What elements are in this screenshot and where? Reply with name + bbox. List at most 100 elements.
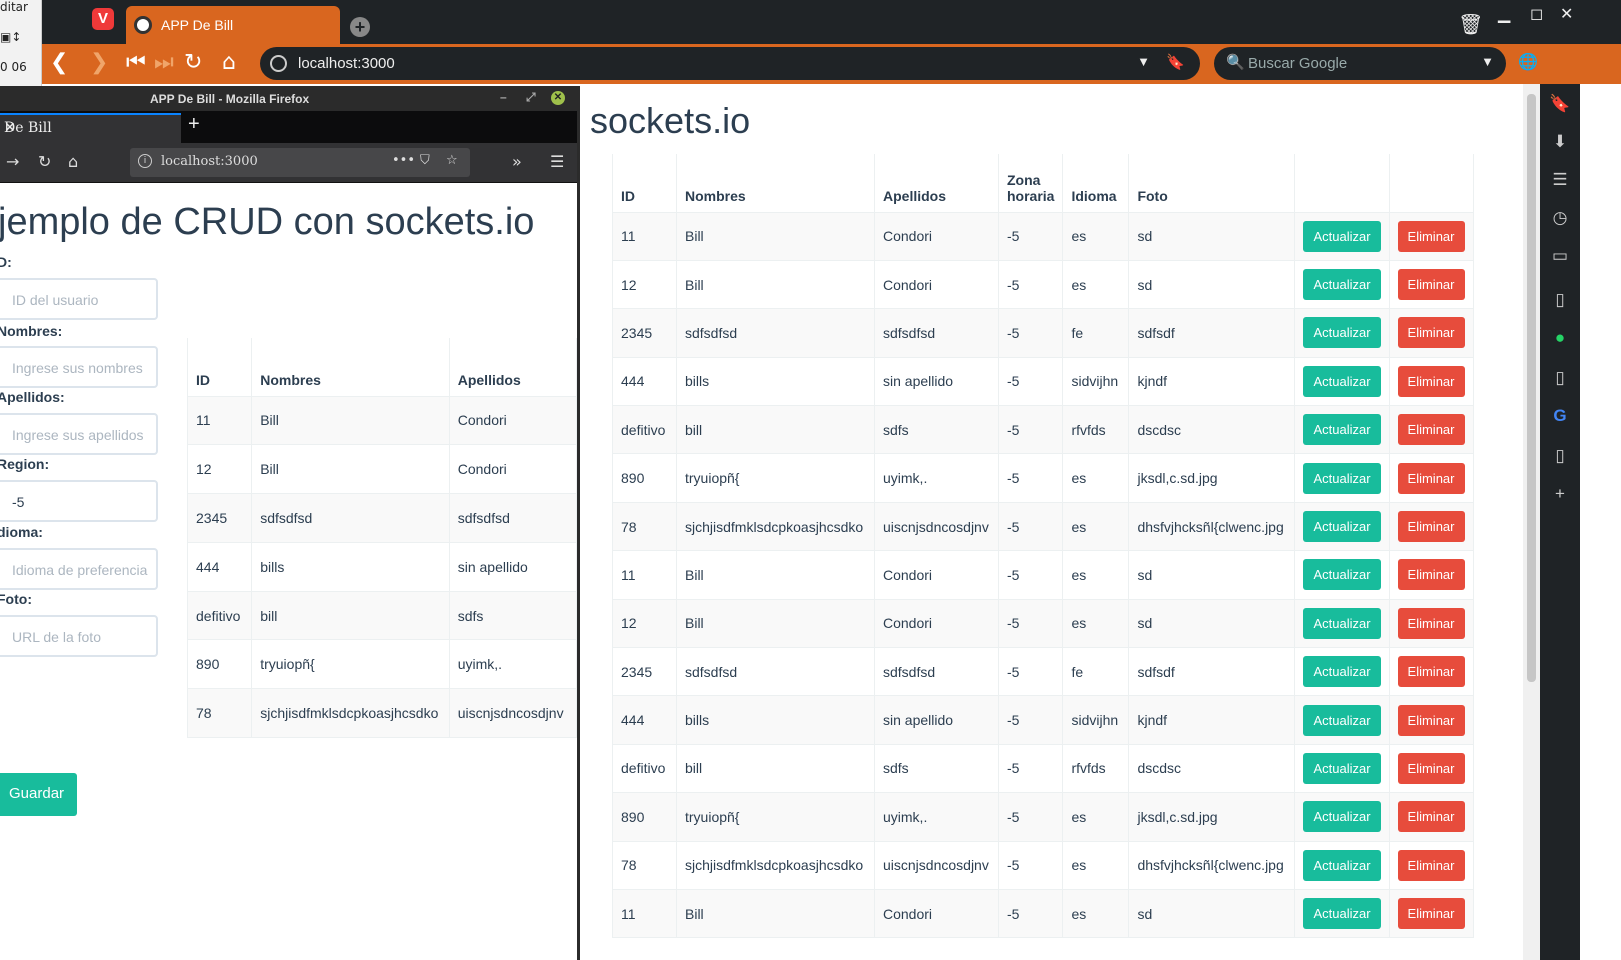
maximize-button[interactable]: ⤢ [526,90,536,105]
firefox-tab[interactable]: De Bill ✕ [0,113,181,143]
back-icon[interactable]: ❮ [50,50,68,75]
table-cell: -5 [997,356,1064,407]
action-cell: Eliminar [1388,211,1474,261]
region-field[interactable]: -5 [0,480,158,522]
menu-icon[interactable]: ☰ [550,152,564,171]
add-panel-icon[interactable]: + [1548,482,1572,506]
update-button[interactable]: Actualizar [1303,462,1381,494]
vivaldi-tab[interactable]: APP De Bill [126,6,340,44]
update-button[interactable]: Actualizar [1303,607,1381,639]
pocket-icon[interactable]: ⛉ [420,153,430,168]
table-cell: 890 [612,453,677,503]
update-button[interactable]: Actualizar [1303,898,1381,930]
fastforward-icon[interactable]: ⏭ [154,50,174,75]
search-dropdown-icon[interactable]: ▼ [1481,54,1494,69]
nombres-label: Nombres: [0,323,63,339]
address-bar[interactable]: i localhost:3000 ••• ⛉ ☆ [130,148,470,177]
forward-icon[interactable]: → [6,152,19,171]
web-panel-icon[interactable]: ▯ [1548,366,1572,390]
notes-panel-icon[interactable]: ☰ [1548,168,1572,192]
home-icon[interactable]: ⌂ [68,152,78,171]
table-cell: Bill [676,211,875,261]
update-button[interactable]: Actualizar [1303,801,1381,833]
close-window-button[interactable]: ✕ [551,91,565,105]
reload-icon[interactable]: ↻ [38,152,51,171]
rewind-icon[interactable]: ⏮ [126,50,146,75]
close-tab-icon[interactable]: ✕ [4,120,171,136]
delete-button[interactable]: Eliminar [1397,365,1465,397]
update-button[interactable]: Actualizar [1303,511,1381,543]
translate-icon[interactable]: 🌐 [1518,52,1538,71]
delete-button[interactable]: Eliminar [1397,752,1465,784]
table-cell: 890 [612,792,677,842]
table-cell: Condori [448,444,577,495]
delete-button[interactable]: Eliminar [1397,317,1465,349]
overflow-icon[interactable]: » [512,152,522,171]
update-button[interactable]: Actualizar [1303,269,1381,301]
delete-button[interactable]: Eliminar [1397,801,1465,833]
id-field[interactable]: ID del usuario [0,278,158,320]
minimize-button[interactable]: – [500,90,507,104]
update-button[interactable]: Actualizar [1303,704,1381,736]
delete-button[interactable]: Eliminar [1397,269,1465,301]
delete-button[interactable]: Eliminar [1397,559,1465,591]
minimize-button[interactable]: ▁ [1498,4,1510,24]
info-icon[interactable]: i [138,154,152,168]
delete-button[interactable]: Eliminar [1397,656,1465,688]
star-icon[interactable]: ☆ [446,153,458,168]
web-panel-icon[interactable]: ▯ [1548,444,1572,468]
bookmarks-panel-icon[interactable]: 🔖 [1548,92,1572,116]
delete-button[interactable]: Eliminar [1397,220,1465,252]
apellidos-field[interactable]: Ingrese sus apellidos [0,413,158,455]
search-field[interactable]: 🔍 Buscar Google ▼ [1214,47,1506,80]
update-button[interactable]: Actualizar [1303,365,1381,397]
address-bar[interactable]: localhost:3000 ▼ 🔖 [260,47,1200,80]
nombres-field[interactable]: Ingrese sus nombres [0,346,158,388]
google-panel-icon[interactable]: G [1548,404,1572,428]
whatsapp-panel-icon[interactable]: ● [1548,326,1572,350]
delete-button[interactable]: Eliminar [1397,704,1465,736]
history-panel-icon[interactable]: ◷ [1548,206,1572,230]
idioma-field[interactable]: Idioma de preferencia [0,548,158,590]
table-cell: Bill [676,888,875,939]
page-actions-icon[interactable]: ••• [392,153,415,168]
delete-button[interactable]: Eliminar [1397,462,1465,494]
window-panel-icon[interactable]: ▭ [1548,244,1572,268]
save-button[interactable]: Guardar [0,773,77,816]
users-table: ID Nombres Apellidos Zona horaria Idioma Foto… [612,154,1474,939]
action-header [1294,154,1390,213]
delete-button[interactable]: Eliminar [1397,511,1465,543]
downloads-panel-icon[interactable]: ⬇ [1548,130,1572,154]
address-dropdown-icon[interactable]: ▼ [1137,54,1150,69]
forward-icon[interactable]: ❯ [90,50,108,75]
web-panel-icon[interactable]: ▯ [1548,288,1572,312]
site-info-icon[interactable] [270,55,287,72]
update-button[interactable]: Actualizar [1303,220,1381,252]
vivaldi-logo-icon[interactable]: V [92,8,114,30]
table-row: 11 Bill Condori [186,395,577,446]
maximize-button[interactable]: ◻ [1530,4,1543,24]
page-scrollbar[interactable] [1523,84,1540,960]
update-button[interactable]: Actualizar [1303,317,1381,349]
scrollbar-thumb[interactable] [1527,94,1536,682]
home-icon[interactable]: ⌂ [222,50,236,75]
update-button[interactable]: Actualizar [1303,414,1381,446]
update-button[interactable]: Actualizar [1303,752,1381,784]
update-button[interactable]: Actualizar [1303,656,1381,688]
delete-button[interactable]: Eliminar [1397,898,1465,930]
reload-icon[interactable]: ↻ [184,50,202,75]
delete-button[interactable]: Eliminar [1397,414,1465,446]
trash-icon[interactable]: 🗑 [1458,12,1483,37]
table-cell: Condori [874,888,999,939]
new-tab-button[interactable]: + [188,113,200,136]
delete-button[interactable]: Eliminar [1397,607,1465,639]
close-window-button[interactable]: ✕ [1560,4,1573,24]
action-cell: Eliminar [1388,308,1474,358]
update-button[interactable]: Actualizar [1303,849,1381,881]
table-cell: uyimk,. [448,639,577,690]
foto-field[interactable]: URL de la foto [0,615,158,657]
update-button[interactable]: Actualizar [1303,559,1381,591]
delete-button[interactable]: Eliminar [1397,849,1465,881]
new-tab-button[interactable]: + [350,17,370,37]
bookmark-icon[interactable]: 🔖 [1166,53,1185,71]
